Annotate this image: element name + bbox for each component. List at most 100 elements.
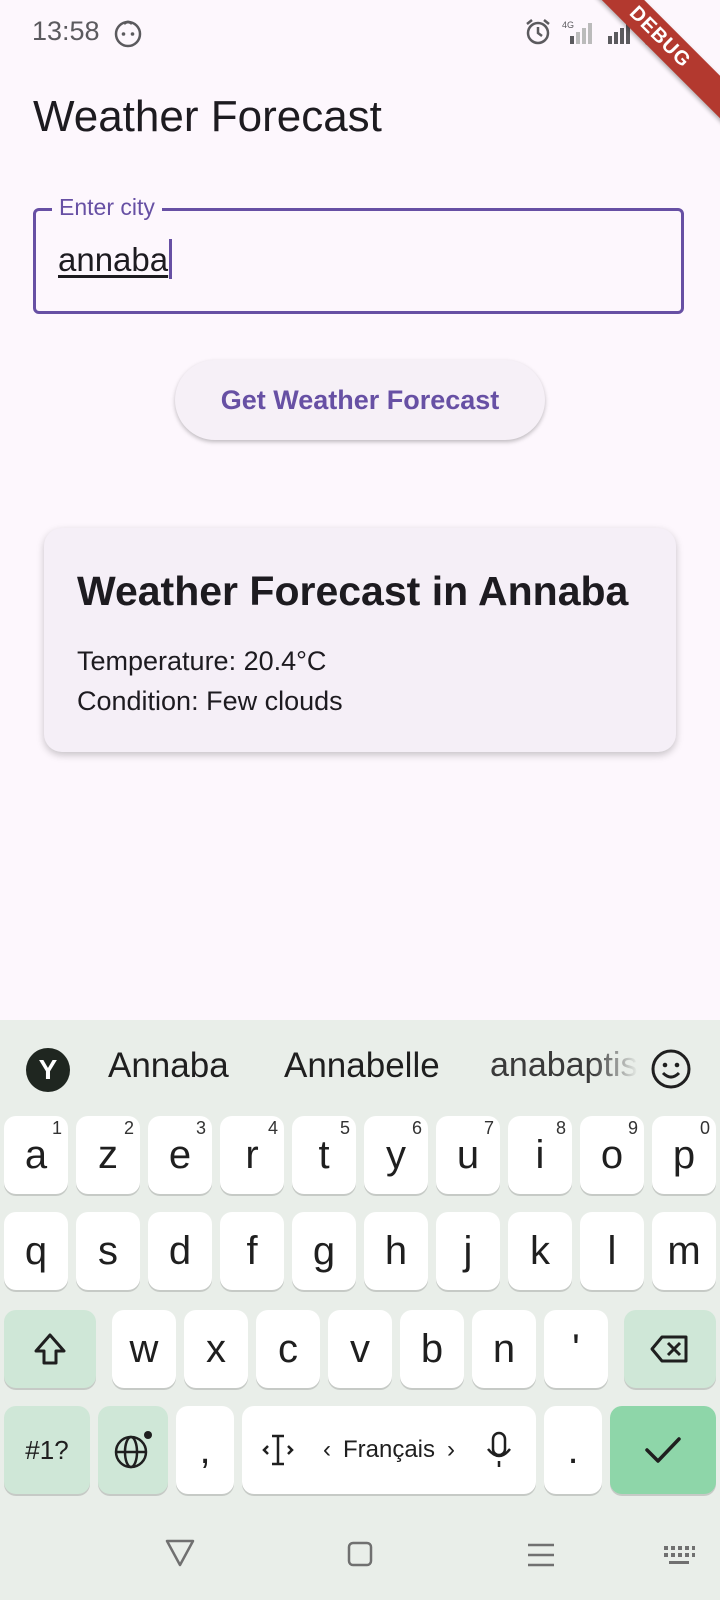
backspace-icon [650,1335,688,1363]
letter-key[interactable]: k [508,1212,572,1290]
key-label: m [667,1228,701,1273]
navigation-bar [0,1500,720,1600]
letter-key[interactable]: i8 [508,1116,572,1194]
space-key[interactable]: ‹ Français › [242,1406,536,1494]
key-label: y [386,1132,406,1177]
key-label: c [278,1326,298,1371]
letter-key[interactable]: u7 [436,1116,500,1194]
status-time: 13:58 [32,16,100,46]
keyboard-logo-icon[interactable]: Y [26,1048,70,1092]
letter-key[interactable]: l [580,1212,644,1290]
key-label: i [535,1132,545,1177]
city-input[interactable]: Enter city annaba [33,194,684,314]
key-label: h [384,1228,408,1273]
letter-key[interactable]: b [400,1310,464,1388]
letter-key[interactable]: d [148,1212,212,1290]
recents-menu-icon[interactable] [526,1542,556,1568]
key-hint: 7 [483,1118,494,1138]
letter-key[interactable]: o9 [580,1116,644,1194]
suggestion-item[interactable]: anabaptist [490,1046,638,1085]
page-title: Weather Forecast [33,92,382,141]
letter-key[interactable]: n [472,1310,536,1388]
key-label: n [492,1326,516,1371]
language-next-icon: › [447,1436,456,1463]
cursor-move-icon [262,1434,294,1466]
letter-key[interactable]: j [436,1212,500,1290]
letter-key[interactable]: g [292,1212,356,1290]
emoji-icon[interactable] [650,1048,692,1090]
symbols-key[interactable]: #1? [4,1406,90,1494]
get-forecast-button[interactable]: Get Weather Forecast [175,360,545,440]
key-hint: 2 [123,1118,134,1138]
forecast-card: Weather Forecast in Annaba Temperature: … [44,528,676,752]
key-label: j [463,1228,473,1273]
key-label: v [350,1326,370,1371]
letter-key[interactable]: y6 [364,1116,428,1194]
letter-key[interactable]: a1 [4,1116,68,1194]
key-label: b [420,1326,444,1371]
letter-key[interactable]: p0 [652,1116,716,1194]
key-hint: 9 [627,1118,638,1138]
language-key[interactable] [98,1406,168,1494]
letter-key[interactable]: q [4,1212,68,1290]
key-label: k [530,1228,550,1273]
key-label: o [600,1132,624,1177]
suggestion-item[interactable]: Annaba [108,1046,229,1086]
forecast-card-title: Weather Forecast in Annaba [77,568,629,614]
letter-key[interactable]: f [220,1212,284,1290]
signal-4g-icon: 4G [562,20,592,44]
city-input-label: Enter city [52,194,162,221]
key-label: a [24,1132,48,1177]
comma-key[interactable]: , [176,1406,234,1494]
letter-key[interactable]: x [184,1310,248,1388]
period-key[interactable]: . [544,1406,602,1494]
letter-key[interactable]: s [76,1212,140,1290]
home-square-icon[interactable] [346,1540,374,1568]
enter-key[interactable] [610,1406,716,1494]
letter-key[interactable]: ' [544,1310,608,1388]
key-label: q [24,1228,48,1273]
svg-text:4G: 4G [562,20,574,30]
microphone-icon[interactable] [486,1431,512,1469]
key-label: t [318,1132,330,1177]
suggestion-bar: Y Annaba Annabelle anabaptist [0,1020,720,1116]
key-label: s [98,1228,118,1273]
suggestion-item[interactable]: Annabelle [284,1046,440,1086]
backspace-key[interactable] [624,1310,716,1388]
key-label: r [245,1132,259,1177]
key-label: u [456,1132,480,1177]
key-label: ' [572,1326,580,1371]
back-triangle-icon[interactable] [164,1538,196,1568]
letter-key[interactable]: v [328,1310,392,1388]
letter-key[interactable]: h [364,1212,428,1290]
space-language-label: Français [342,1436,436,1463]
keyboard-hide-icon[interactable] [662,1544,696,1568]
condition-text: Condition: Few clouds [77,686,343,716]
key-label: d [168,1228,192,1273]
letter-key[interactable]: e3 [148,1116,212,1194]
shift-key[interactable] [4,1310,96,1388]
key-hint: 1 [51,1118,62,1138]
alarm-icon [526,19,550,45]
letter-key[interactable]: c [256,1310,320,1388]
key-hint: 8 [555,1118,566,1138]
key-hint: 4 [267,1118,278,1138]
key-label: p [672,1132,696,1177]
key-hint: 5 [339,1118,350,1138]
city-input-value[interactable]: annaba [58,241,168,279]
letter-key[interactable]: z2 [76,1116,140,1194]
key-hint: 0 [699,1118,710,1138]
letter-key[interactable]: t5 [292,1116,356,1194]
baby-face-icon [114,20,142,48]
key-hint: 6 [411,1118,422,1138]
key-label: l [607,1228,617,1273]
key-hint: 3 [195,1118,206,1138]
globe-icon [114,1431,152,1469]
key-label: w [129,1326,159,1371]
key-label: f [246,1228,258,1273]
letter-key[interactable]: m [652,1212,716,1290]
language-prev-icon: ‹ [322,1436,331,1463]
letter-key[interactable]: r4 [220,1116,284,1194]
letter-key[interactable]: w [112,1310,176,1388]
text-caret [169,239,172,279]
